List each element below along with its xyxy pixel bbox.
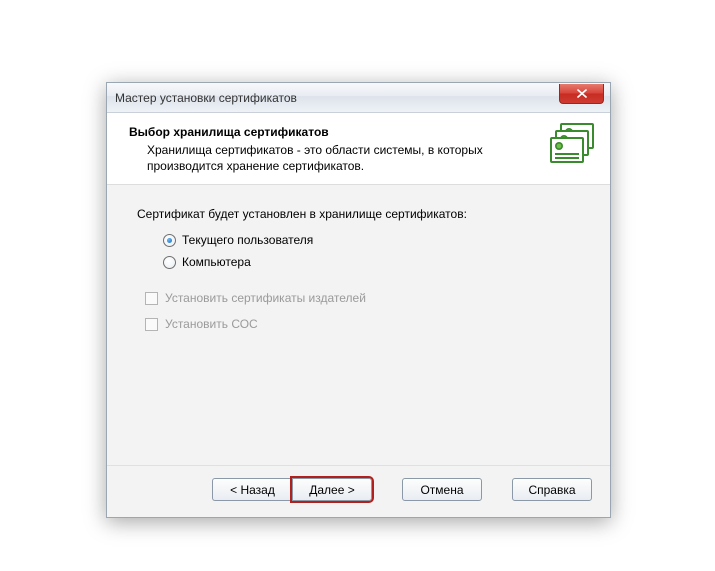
body-panel: Сертификат будет установлен в хранилище … xyxy=(107,185,610,465)
checkbox-icon xyxy=(145,318,158,331)
certificate-icon xyxy=(550,123,598,167)
radio-label: Текущего пользователя xyxy=(182,233,313,247)
wizard-dialog: Мастер установки сертификатов Выбор хран… xyxy=(106,82,611,518)
next-button[interactable]: Далее > xyxy=(292,478,372,501)
radio-icon xyxy=(163,234,176,247)
header-panel: Выбор хранилища сертификатов Хранилища с… xyxy=(107,113,610,185)
nav-button-pair: < Назад Далее > xyxy=(212,478,372,501)
window-title: Мастер установки сертификатов xyxy=(115,91,297,105)
checkbox-group: Установить сертификаты издателей Установ… xyxy=(137,291,580,331)
storage-radio-group: Текущего пользователя Компьютера xyxy=(137,233,580,269)
checkbox-label: Установить сертификаты издателей xyxy=(165,291,366,305)
checkbox-label: Установить СОС xyxy=(165,317,258,331)
checkbox-install-crl: Установить СОС xyxy=(145,317,580,331)
checkbox-icon xyxy=(145,292,158,305)
checkbox-install-publishers: Установить сертификаты издателей xyxy=(145,291,580,305)
radio-current-user[interactable]: Текущего пользователя xyxy=(163,233,580,247)
radio-icon xyxy=(163,256,176,269)
back-button[interactable]: < Назад xyxy=(212,478,292,501)
radio-label: Компьютера xyxy=(182,255,251,269)
header-description: Хранилища сертификатов - это области сис… xyxy=(129,142,598,174)
cancel-button[interactable]: Отмена xyxy=(402,478,482,501)
intro-text: Сертификат будет установлен в хранилище … xyxy=(137,207,580,221)
titlebar: Мастер установки сертификатов xyxy=(107,83,610,113)
footer: < Назад Далее > Отмена Справка xyxy=(107,465,610,517)
radio-computer[interactable]: Компьютера xyxy=(163,255,580,269)
header-title: Выбор хранилища сертификатов xyxy=(129,125,598,139)
help-button[interactable]: Справка xyxy=(512,478,592,501)
close-button[interactable] xyxy=(559,84,604,104)
close-icon xyxy=(577,89,587,98)
